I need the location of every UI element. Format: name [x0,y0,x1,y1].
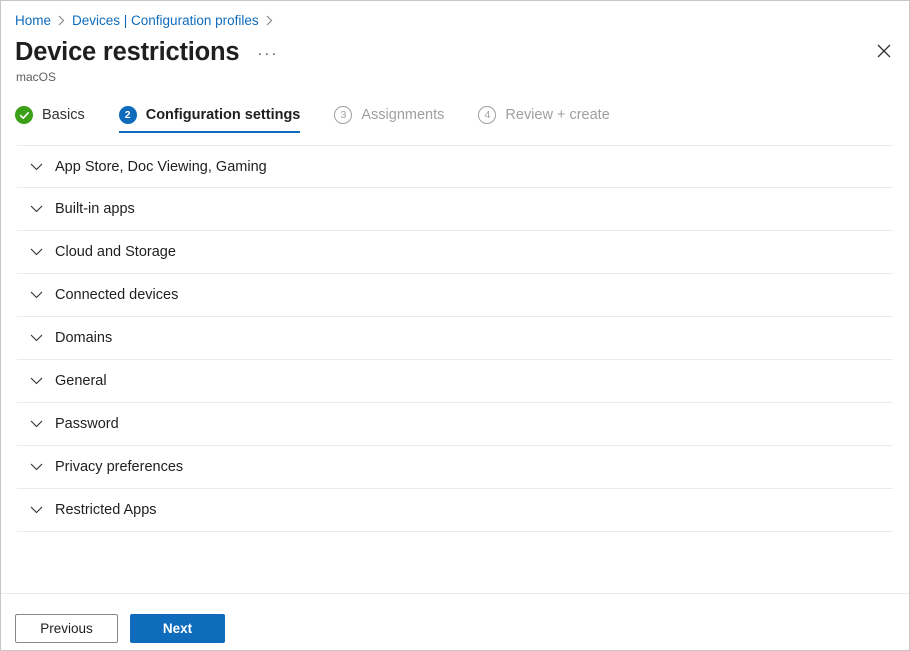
step-number-badge-2: 2 [119,106,137,124]
breadcrumb: Home Devices | Configuration profiles [1,1,909,31]
settings-category-built-in-apps[interactable]: Built-in apps [17,188,893,231]
chevron-right-icon-2 [266,15,273,26]
step-complete-icon [15,106,33,124]
wizard-tabs: Basics 2 Configuration settings 3 Assign… [1,84,909,133]
settings-category-cloud-and-storage[interactable]: Cloud and Storage [17,231,893,274]
settings-category-label: Built-in apps [55,201,135,217]
settings-category-domains[interactable]: Domains [17,317,893,360]
tab-label-configuration-settings: Configuration settings [146,107,301,123]
tab-label-assignments: Assignments [361,107,444,123]
settings-category-list: App Store, Doc Viewing, Gaming Built-in … [17,145,893,532]
settings-category-app-store-doc-viewing-gaming[interactable]: App Store, Doc Viewing, Gaming [17,145,893,188]
chevron-down-icon [29,245,43,259]
step-number-badge-3: 3 [334,106,352,124]
tab-review-create[interactable]: 4 Review + create [478,106,623,133]
settings-category-general[interactable]: General [17,360,893,403]
settings-category-label: Privacy preferences [55,459,183,475]
breadcrumb-item-devices-configuration-profiles[interactable]: Devices | Configuration profiles [72,13,259,28]
settings-category-label: Domains [55,330,112,346]
settings-category-password[interactable]: Password [17,403,893,446]
page-title: Device restrictions [15,36,239,68]
chevron-down-icon [29,503,43,517]
close-button[interactable] [868,35,900,67]
chevron-down-icon [29,374,43,388]
settings-category-restricted-apps[interactable]: Restricted Apps [17,489,893,532]
chevron-down-icon [29,331,43,345]
settings-category-label: App Store, Doc Viewing, Gaming [55,159,267,175]
next-button[interactable]: Next [130,614,225,643]
breadcrumb-item-home[interactable]: Home [15,13,51,28]
settings-category-privacy-preferences[interactable]: Privacy preferences [17,446,893,489]
tab-label-basics: Basics [42,107,85,123]
tab-label-review-create: Review + create [505,107,609,123]
tab-configuration-settings[interactable]: 2 Configuration settings [119,106,315,133]
close-icon [877,44,891,58]
chevron-down-icon [29,417,43,431]
chevron-down-icon [29,160,43,174]
previous-button[interactable]: Previous [15,614,118,643]
device-restrictions-blade: Home Devices | Configuration profiles De… [0,0,910,651]
page-subtitle: macOS [1,68,909,84]
chevron-right-icon [58,15,65,26]
chevron-down-icon [29,202,43,216]
settings-category-label: General [55,373,107,389]
settings-category-connected-devices[interactable]: Connected devices [17,274,893,317]
wizard-footer: Previous Next [1,593,909,650]
more-options-icon[interactable]: ··· [257,49,278,59]
settings-category-label: Password [55,416,119,432]
tab-assignments[interactable]: 3 Assignments [334,106,458,133]
tab-basics[interactable]: Basics [15,106,99,133]
settings-category-label: Restricted Apps [55,502,157,518]
chevron-down-icon [29,288,43,302]
title-row: Device restrictions ··· [1,31,909,68]
chevron-down-icon [29,460,43,474]
settings-category-label: Connected devices [55,287,178,303]
settings-category-label: Cloud and Storage [55,244,176,260]
step-number-badge-4: 4 [478,106,496,124]
